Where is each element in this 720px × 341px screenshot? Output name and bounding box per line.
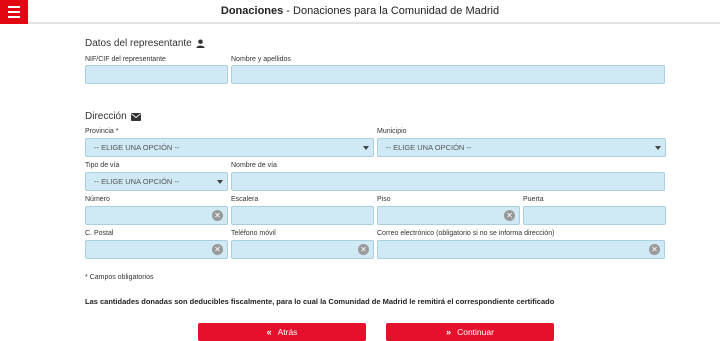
- correo-input[interactable]: ✕: [377, 240, 665, 259]
- page-title-bold: Donaciones: [220, 5, 284, 17]
- numero-label: Número: [85, 196, 110, 203]
- numero-input[interactable]: ✕: [85, 206, 228, 225]
- required-note: * Campos obligatorios: [85, 274, 154, 281]
- escalera-input[interactable]: [231, 206, 374, 225]
- telefono-input[interactable]: ✕: [231, 240, 374, 259]
- direccion-title-text: Dirección: [85, 111, 127, 122]
- envelope-icon: [130, 112, 141, 121]
- continue-button-label: Continuar: [457, 327, 494, 337]
- piso-input[interactable]: ✕: [377, 206, 520, 225]
- puerta-label: Puerta: [523, 196, 544, 203]
- clear-icon[interactable]: ✕: [212, 210, 223, 221]
- nombre-via-input[interactable]: [231, 172, 665, 191]
- double-chevron-left-icon: «: [266, 327, 272, 337]
- caret-down-icon: [363, 146, 369, 150]
- municipio-value: -- ELIGE UNA OPCIÓN --: [386, 143, 472, 152]
- nombre-via-label: Nombre de vía: [231, 162, 277, 169]
- telefono-label: Teléfono móvil: [231, 230, 276, 237]
- escalera-label: Escalera: [231, 196, 259, 203]
- double-chevron-right-icon: »: [446, 327, 452, 337]
- caret-down-icon: [217, 180, 223, 184]
- cp-label: C. Postal: [85, 230, 114, 237]
- clear-icon[interactable]: ✕: [649, 244, 660, 255]
- clear-icon[interactable]: ✕: [504, 210, 515, 221]
- tipo-via-value: -- ELIGE UNA OPCIÓN --: [94, 177, 180, 186]
- nif-label: NIF/CIF del representante: [85, 56, 166, 63]
- nif-input[interactable]: [85, 65, 228, 84]
- representante-section-title: Datos del representante: [85, 38, 205, 49]
- municipio-label: Municipio: [377, 128, 407, 135]
- direccion-section-title: Dirección: [85, 111, 141, 122]
- page-title: Donaciones - Donaciones para la Comunida…: [0, 5, 720, 17]
- provincia-label: Provincia *: [85, 128, 119, 135]
- nombre-input[interactable]: [231, 65, 665, 84]
- tipo-via-label: Tipo de vía: [85, 162, 120, 169]
- clear-icon[interactable]: ✕: [358, 244, 369, 255]
- top-bar: Donaciones - Donaciones para la Comunida…: [0, 0, 720, 24]
- tax-info-text: Las cantidades donadas son deducibles fi…: [85, 297, 555, 306]
- piso-label: Piso: [377, 196, 391, 203]
- back-button-label: Atrás: [277, 327, 298, 337]
- tipo-via-select[interactable]: -- ELIGE UNA OPCIÓN --: [85, 172, 228, 191]
- correo-label: Correo electrónico (obligatorio si no se…: [377, 230, 555, 237]
- user-icon: [196, 39, 205, 48]
- caret-down-icon: [655, 146, 661, 150]
- cp-input[interactable]: ✕: [85, 240, 228, 259]
- nombre-label: Nombre y apellidos: [231, 56, 291, 63]
- back-button[interactable]: « Atrás: [198, 323, 366, 341]
- clear-icon[interactable]: ✕: [212, 244, 223, 255]
- puerta-input[interactable]: [523, 206, 666, 225]
- provincia-select[interactable]: -- ELIGE UNA OPCIÓN --: [85, 138, 374, 157]
- provincia-value: -- ELIGE UNA OPCIÓN --: [94, 143, 180, 152]
- page-title-rest: - Donaciones para la Comunidad de Madrid: [283, 5, 500, 17]
- representante-title-text: Datos del representante: [85, 38, 192, 49]
- municipio-select[interactable]: -- ELIGE UNA OPCIÓN --: [377, 138, 666, 157]
- continue-button[interactable]: » Continuar: [386, 323, 554, 341]
